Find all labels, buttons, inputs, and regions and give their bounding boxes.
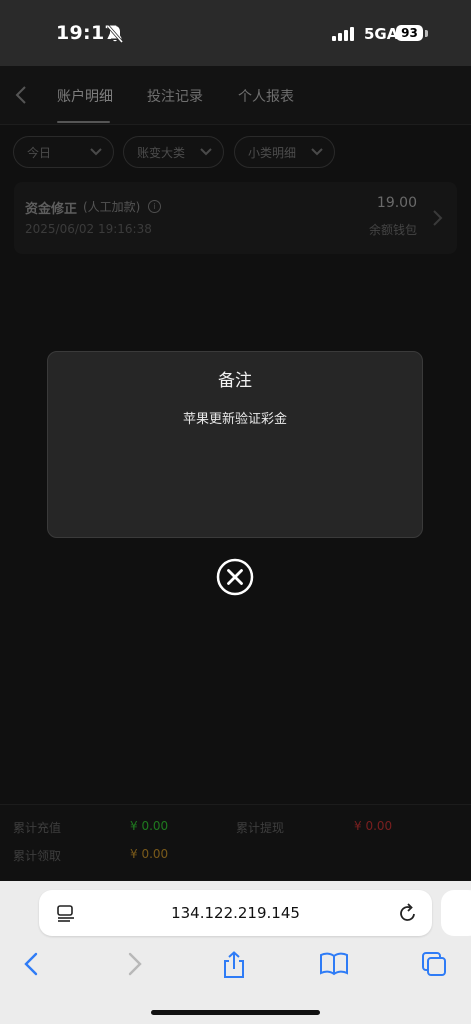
browser-forward-icon[interactable] — [124, 951, 144, 981]
chevron-down-icon — [90, 148, 102, 156]
withdraw-label: 累计提现 — [236, 821, 285, 835]
browser-back-icon[interactable] — [22, 951, 42, 981]
claim-value: ¥ 0.00 — [130, 847, 169, 861]
withdraw-value: ¥ 0.00 — [354, 819, 393, 833]
url-text[interactable]: 134.122.219.145 — [39, 904, 432, 922]
subcategory-filter-label: 小类明细 — [248, 146, 297, 160]
home-indicator — [151, 1010, 320, 1015]
battery-icon: 93 — [396, 25, 423, 41]
record-title: 资金修正 — [25, 202, 78, 217]
chevron-down-icon — [311, 148, 323, 156]
date-filter-label: 今日 — [27, 146, 52, 160]
chevron-right-icon — [431, 209, 443, 231]
record-amount: 19.00 — [376, 195, 417, 211]
reload-icon[interactable] — [398, 902, 418, 928]
close-modal-button[interactable] — [216, 558, 254, 596]
battery-tip — [425, 30, 428, 37]
back-arrow-icon[interactable] — [14, 84, 28, 110]
share-icon[interactable] — [221, 951, 247, 983]
tab-personal-report[interactable]: 个人报表 — [238, 86, 294, 106]
tab-bet-records[interactable]: 投注记录 — [147, 86, 203, 106]
active-tab-indicator — [57, 121, 110, 123]
recharge-label: 累计充值 — [13, 821, 62, 835]
tabs-icon[interactable] — [421, 951, 447, 981]
category-filter-dropdown[interactable]: 账变大类 — [123, 136, 224, 168]
record-wallet: 余额钱包 — [368, 223, 417, 237]
bell-muted-icon — [106, 24, 124, 48]
transaction-record[interactable] — [14, 182, 457, 254]
subcategory-filter-dropdown[interactable]: 小类明细 — [234, 136, 335, 168]
close-circle-icon — [216, 558, 254, 596]
bookmarks-icon[interactable] — [319, 951, 349, 981]
modal-body-text: 苹果更新验证彩金 — [182, 412, 287, 427]
record-datetime: 2025/06/02 19:16:38 — [25, 222, 152, 236]
info-icon[interactable]: i — [148, 200, 161, 213]
date-filter-dropdown[interactable]: 今日 — [13, 136, 114, 168]
network-type: 5GA — [364, 25, 399, 43]
modal-title: 备注 — [218, 371, 252, 391]
category-filter-label: 账变大类 — [137, 146, 186, 160]
next-tab-preview[interactable] — [441, 890, 471, 936]
record-subtitle: (人工加款) — [83, 200, 141, 214]
chevron-down-icon — [200, 148, 212, 156]
tab-account-details[interactable]: 账户明细 — [57, 86, 113, 106]
claim-label: 累计领取 — [13, 849, 62, 863]
recharge-value: ¥ 0.00 — [130, 819, 169, 833]
summary-bar — [0, 804, 471, 882]
signal-icon — [332, 26, 356, 45]
